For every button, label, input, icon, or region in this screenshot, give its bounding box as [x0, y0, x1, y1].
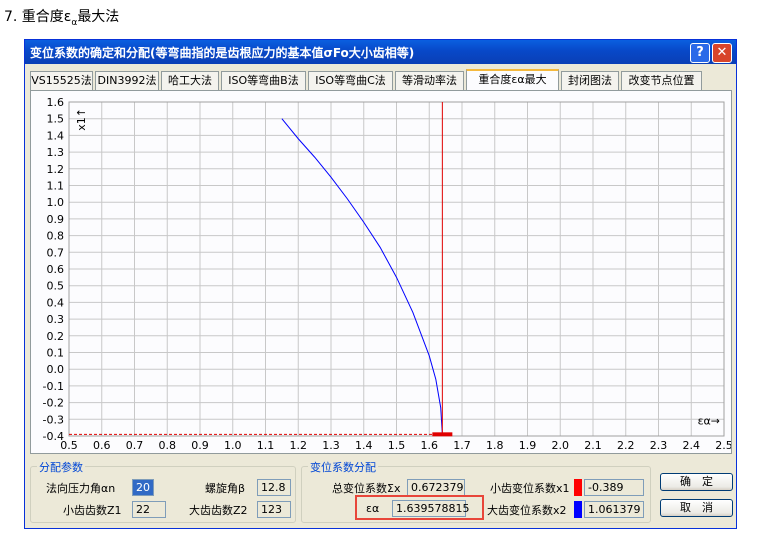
tab-hit[interactable]: 哈工大法 [161, 71, 219, 90]
y-tick-label: 0.5 [47, 280, 65, 293]
y-tick-label: 1.3 [47, 146, 65, 159]
x1-label: 小齿变位系数x1 [490, 482, 570, 495]
x-tick-label: 0.6 [93, 439, 111, 452]
y-tick-label: 1.0 [47, 196, 65, 209]
coeffs-group: 变位系数分配 总变位系数Σx 0.672379 小齿变位系数x1 -0.389 … [301, 459, 651, 523]
optimum-marker [432, 432, 453, 437]
sum-x-input[interactable]: 0.672379 [407, 479, 465, 496]
help-icon: ? [696, 45, 704, 60]
caption-prefix: 7. 重合度ε [4, 9, 72, 25]
tab-pitch-point[interactable]: 改变节点位置 [621, 71, 702, 90]
tab-panel: 1.6 1.5 1.4 1.3 1.2 1.1 1.0 0.9 0.8 0.7 0.6 0.5 0.4 0… [30, 90, 732, 454]
y-tick-label: -0.2 [43, 397, 64, 410]
params-group: 分配参数 法向压力角αn 20 螺旋角β 12.8 小齿齿数Z1 22 大齿齿数… [30, 459, 296, 523]
y-tick-label: 0.0 [47, 363, 65, 376]
y-tick-labels: 1.6 1.5 1.4 1.3 1.2 1.1 1.0 0.9 0.8 0.7 0.6 0.5 0.4 0… [43, 96, 64, 443]
dialog-window: 变位系数的确定和分配(等弯曲指的是齿根应力的基本值σFo大小齿相等) ? ✕ V… [24, 39, 737, 529]
title-bar[interactable]: 变位系数的确定和分配(等弯曲指的是齿根应力的基本值σFo大小齿相等) ? ✕ [25, 40, 736, 64]
x-tick-label: 1.6 [421, 439, 439, 452]
eps-output: 1.639578815 [392, 500, 469, 517]
y-tick-label: 0.4 [47, 296, 65, 309]
cancel-button[interactable]: 取 消 [660, 499, 733, 517]
x2-label: 大齿变位系数x2 [487, 504, 567, 517]
y-tick-label: 1.1 [47, 180, 65, 193]
tab-iso-c[interactable]: ISO等弯曲C法 [308, 71, 393, 90]
z1-label: 小齿齿数Z1 [63, 504, 122, 517]
y-tick-label: 1.6 [47, 96, 65, 109]
y-tick-label: 0.1 [47, 347, 65, 360]
y-tick-label: 0.6 [47, 263, 65, 276]
y-axis-label: x1↑ [75, 108, 88, 131]
ok-button[interactable]: 确 定 [660, 473, 733, 491]
tab-vs15525[interactable]: VS15525法 [30, 71, 93, 90]
y-tick-label: 1.4 [47, 129, 65, 142]
x-tick-label: 1.8 [486, 439, 504, 452]
beta-label: 螺旋角β [205, 482, 246, 495]
x-tick-label: 0.9 [191, 439, 209, 452]
z2-input[interactable]: 123 [257, 501, 291, 518]
caption-suffix: 最大法 [77, 9, 120, 25]
x-tick-labels: 0.5 0.6 0.7 0.8 0.9 1.0 1.1 1.2 1.3 1.4 1.5 1.6 1.7 1… [60, 439, 731, 452]
tab-iso-b[interactable]: ISO等弯曲B法 [221, 71, 306, 90]
close-icon: ✕ [716, 45, 728, 60]
figure-caption: 7. 重合度εα最大法 [4, 6, 119, 28]
series-line [281, 118, 443, 435]
chart-grid [68, 101, 725, 437]
z2-label: 大齿齿数Z2 [189, 504, 248, 517]
x-tick-label: 0.5 [60, 439, 78, 452]
window-title: 变位系数的确定和分配(等弯曲指的是齿根应力的基本值σFo大小齿相等) [30, 46, 415, 60]
x2-color-swatch [574, 501, 582, 518]
x-tick-label: 0.7 [126, 439, 144, 452]
x-tick-label: 2.5 [715, 439, 731, 452]
tab-closed-figure[interactable]: 封闭图法 [561, 71, 619, 90]
x-tick-label: 1.7 [453, 439, 471, 452]
tab-max-contact-ratio[interactable]: 重合度εα最大 [466, 69, 559, 90]
x-tick-label: 2.1 [584, 439, 602, 452]
y-tick-label: 1.5 [47, 113, 65, 126]
z1-input[interactable]: 22 [132, 501, 166, 518]
y-tick-label: -0.3 [43, 413, 64, 426]
y-tick-label: 1.2 [47, 163, 65, 176]
tab-din3992[interactable]: DIN3992法 [95, 71, 159, 90]
beta-input[interactable]: 12.8 [257, 479, 291, 496]
x-tick-label: 1.0 [224, 439, 242, 452]
x-tick-label: 1.5 [388, 439, 406, 452]
help-button[interactable]: ? [690, 43, 710, 63]
x-tick-label: 1.4 [355, 439, 373, 452]
alpha-n-input[interactable]: 20 [132, 479, 154, 496]
contact-ratio-chart: 1.6 1.5 1.4 1.3 1.2 1.1 1.0 0.9 0.8 0.7 0.6 0.5 0.4 0… [43, 96, 731, 452]
x-tick-label: 1.3 [322, 439, 340, 452]
y-tick-label: 0.3 [47, 313, 65, 326]
x-tick-label: 1.2 [290, 439, 308, 452]
y-tick-label: 0.8 [47, 230, 65, 243]
x-tick-label: 1.9 [519, 439, 537, 452]
x-tick-label: 2.2 [617, 439, 635, 452]
sum-x-label: 总变位系数Σx [332, 482, 401, 495]
x-tick-label: 2.3 [650, 439, 668, 452]
params-legend: 分配参数 [37, 459, 85, 475]
y-tick-label: 0.2 [47, 330, 65, 343]
y-tick-label: 0.9 [47, 213, 65, 226]
coeffs-legend: 变位系数分配 [308, 459, 378, 475]
x-tick-label: 2.4 [683, 439, 701, 452]
x-axis-label: εα→ [698, 414, 720, 427]
tab-equal-slide[interactable]: 等滑动率法 [395, 71, 464, 90]
alpha-n-label: 法向压力角αn [46, 482, 116, 495]
eps-label: εα [366, 502, 380, 515]
y-tick-label: 0.7 [47, 246, 65, 259]
x2-output: 1.061379 [584, 501, 644, 518]
x-tick-label: 2.0 [552, 439, 570, 452]
y-tick-label: -0.1 [43, 380, 64, 393]
x-tick-label: 0.8 [159, 439, 177, 452]
x-tick-label: 1.1 [257, 439, 275, 452]
x1-color-swatch [574, 479, 582, 496]
close-button[interactable]: ✕ [712, 43, 732, 63]
x1-output: -0.389 [584, 479, 644, 496]
